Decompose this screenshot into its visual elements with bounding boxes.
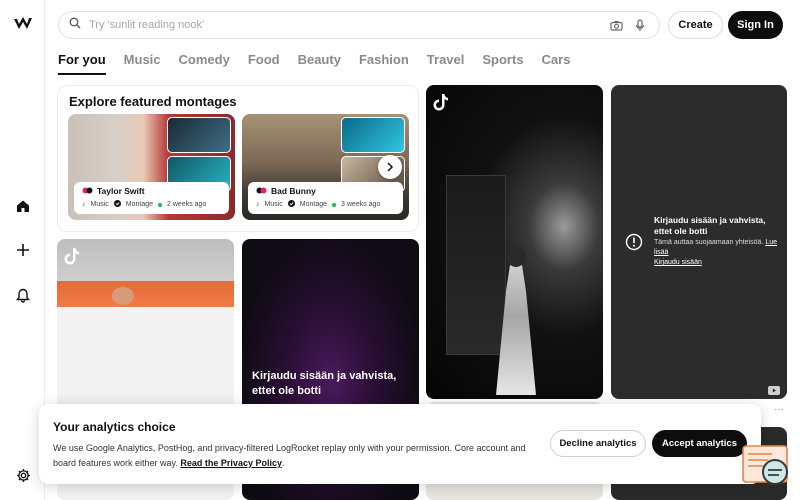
login-prompt-title: Kirjaudu sisään ja vahvista, ettet ole b…: [654, 215, 766, 236]
music-note-icon: ♪: [256, 201, 260, 208]
music-badge-icon: [82, 186, 93, 196]
overlay-login-title: Kirjaudu sisään ja vahvista, ettet ole b…: [252, 370, 397, 397]
login-prompt-card[interactable]: Kirjaudu sisään ja vahvista, ettet ole b…: [611, 85, 787, 399]
search-bar: [58, 11, 660, 39]
search-input[interactable]: [89, 19, 601, 31]
tab-sports[interactable]: Sports: [482, 51, 523, 75]
status-dot: [332, 202, 337, 207]
tab-fashion[interactable]: Fashion: [359, 51, 409, 75]
search-icon: [69, 16, 81, 34]
accept-analytics-button[interactable]: Accept analytics: [652, 430, 747, 457]
montage-info: Bad Bunny ♪ Music Montage 3 weeks ago: [248, 182, 403, 214]
tab-for-you[interactable]: For you: [58, 51, 106, 75]
music-note-icon: ♪: [82, 201, 86, 208]
montage-card-taylor-swift[interactable]: Taylor Swift ♪ Music Montage 2 weeks ago: [68, 114, 235, 220]
montage-info: Taylor Swift ♪ Music Montage 2 weeks ago: [74, 182, 229, 214]
plus-icon[interactable]: [12, 239, 34, 261]
montage-type: Montage: [125, 201, 154, 208]
analytics-consent-banner: Your analytics choice We use Google Anal…: [39, 404, 761, 484]
montage-type: Montage: [299, 201, 328, 208]
montage-thumbnail: [341, 117, 405, 153]
montage-artist: Bad Bunny: [271, 186, 316, 196]
music-badge-icon: [256, 186, 267, 196]
video-card-performer[interactable]: [426, 85, 603, 399]
more-options-icon[interactable]: ···: [774, 404, 784, 415]
tab-cars[interactable]: Cars: [542, 51, 571, 75]
consent-body: We use Google Analytics, PostHog, and pr…: [53, 443, 526, 468]
youtube-icon: [768, 382, 780, 395]
montage-age: 2 weeks ago: [167, 201, 207, 208]
montage-genre: Music: [264, 201, 283, 208]
tab-beauty[interactable]: Beauty: [298, 51, 341, 75]
tab-travel[interactable]: Travel: [427, 51, 465, 75]
tiktok-logo-icon: [64, 247, 80, 265]
tiktok-logo-icon: [433, 93, 449, 111]
montage-check-icon: [287, 200, 295, 209]
settings-gear-icon[interactable]: [12, 464, 34, 486]
microphone-icon[interactable]: [631, 16, 649, 34]
login-prompt-subtitle: Tämä auttaa suojaamaan yhteisöä. Lue lis…: [654, 239, 777, 256]
decline-analytics-button[interactable]: Decline analytics: [550, 430, 646, 457]
carousel-next-button[interactable]: [378, 155, 402, 179]
brand-logo-icon[interactable]: [13, 15, 33, 33]
consent-title: Your analytics choice: [53, 420, 176, 434]
home-icon[interactable]: [12, 195, 34, 217]
sign-in-link[interactable]: Kirjaudu sisään: [654, 259, 702, 266]
sign-in-button[interactable]: Sign In: [728, 11, 783, 39]
montage-genre: Music: [90, 201, 109, 208]
bell-icon[interactable]: [12, 284, 34, 306]
warning-icon: [625, 233, 643, 251]
tab-music[interactable]: Music: [124, 51, 161, 75]
montage-age: 3 weeks ago: [341, 201, 381, 208]
montage-check-icon: [113, 200, 121, 209]
tab-comedy[interactable]: Comedy: [179, 51, 230, 75]
chat-widget-icon[interactable]: [742, 444, 790, 488]
featured-montages-panel: Explore featured montages Taylor Swift ♪…: [57, 85, 419, 232]
montage-artist: Taylor Swift: [97, 186, 145, 196]
camera-icon[interactable]: [607, 16, 625, 34]
tab-food[interactable]: Food: [248, 51, 280, 75]
status-dot: [158, 202, 163, 207]
featured-title: Explore featured montages: [69, 94, 237, 109]
privacy-policy-link[interactable]: Read the Privacy Policy: [180, 458, 282, 468]
create-button[interactable]: Create: [668, 11, 723, 39]
chevron-right-icon: [387, 162, 394, 172]
montage-thumbnail: [167, 117, 231, 153]
category-tabs: For you Music Comedy Food Beauty Fashion…: [58, 51, 588, 75]
